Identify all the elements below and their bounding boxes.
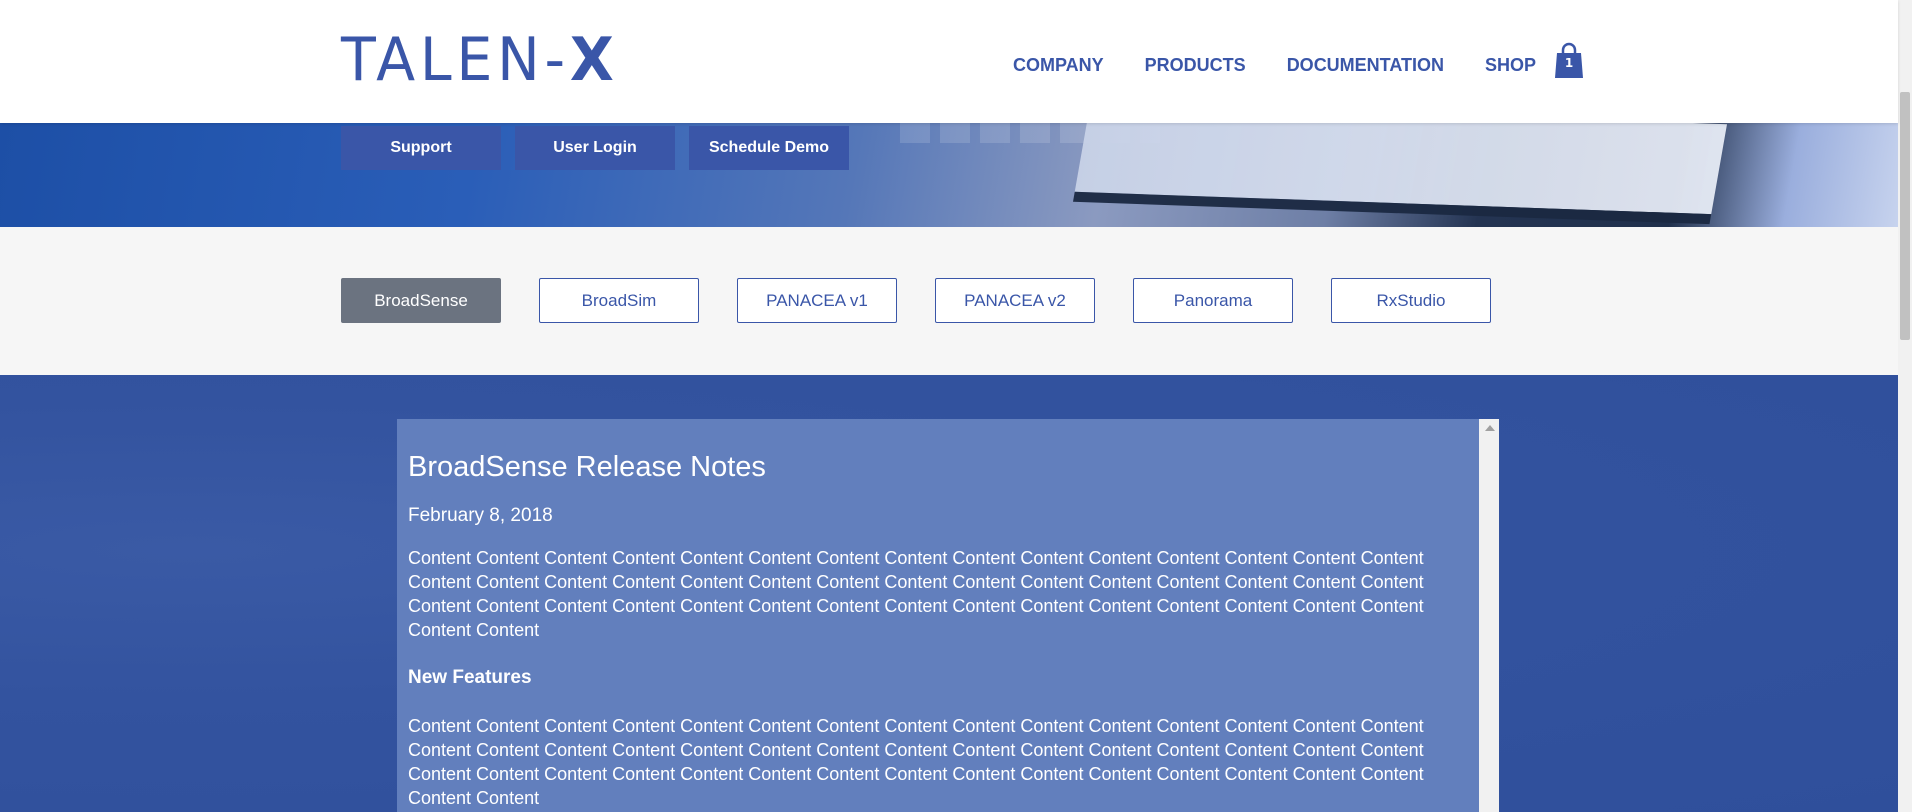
user-login-button[interactable]: User Login — [515, 126, 675, 170]
nav-company[interactable]: COMPANY — [1013, 55, 1104, 76]
site-header: TALEN-X COMPANY PRODUCTS DOCUMENTATION S… — [0, 0, 1898, 123]
logo-x: X — [569, 25, 619, 95]
logo-text: TALEN- — [341, 25, 570, 95]
release-paragraph: Content Content Content Content Content … — [408, 548, 1424, 640]
new-features-heading: New Features — [408, 667, 532, 688]
release-notes-title: BroadSense Release Notes — [408, 451, 766, 483]
cart-count-badge: 1 — [1564, 56, 1574, 70]
tab-broadsense[interactable]: BroadSense — [341, 278, 501, 323]
main-nav: COMPANY PRODUCTS DOCUMENTATION SHOP 1 — [1013, 42, 1584, 78]
release-notes-panel: BroadSense Release Notes February 8, 201… — [397, 419, 1499, 812]
nav-products[interactable]: PRODUCTS — [1145, 55, 1246, 76]
cart-button[interactable]: 1 — [1554, 42, 1584, 78]
nav-documentation[interactable]: DOCUMENTATION — [1287, 55, 1444, 76]
tab-panorama[interactable]: Panorama — [1133, 278, 1293, 323]
tab-panacea-v1[interactable]: PANACEA v1 — [737, 278, 897, 323]
page-scrollbar-thumb[interactable] — [1900, 92, 1910, 340]
release-date: February 8, 2018 — [408, 505, 553, 526]
scroll-up-arrow-icon[interactable] — [1485, 425, 1495, 431]
support-button[interactable]: Support — [341, 126, 501, 170]
hero-monitor-image — [1072, 123, 1728, 225]
product-tabs: BroadSense BroadSim PANACEA v1 PANACEA v… — [341, 278, 1529, 323]
tab-rxstudio[interactable]: RxStudio — [1331, 278, 1491, 323]
nav-shop[interactable]: SHOP — [1485, 55, 1536, 76]
tab-broadsim[interactable]: BroadSim — [539, 278, 699, 323]
new-features-paragraph: Content Content Content Content Content … — [408, 716, 1424, 808]
hero-banner — [0, 123, 1898, 227]
hero-buttons: Support User Login Schedule Demo — [341, 126, 863, 170]
tab-panacea-v2[interactable]: PANACEA v2 — [935, 278, 1095, 323]
panel-scrollbar[interactable] — [1479, 419, 1499, 812]
talen-x-logo[interactable]: TALEN-X — [341, 30, 619, 90]
schedule-demo-button[interactable]: Schedule Demo — [689, 126, 849, 170]
